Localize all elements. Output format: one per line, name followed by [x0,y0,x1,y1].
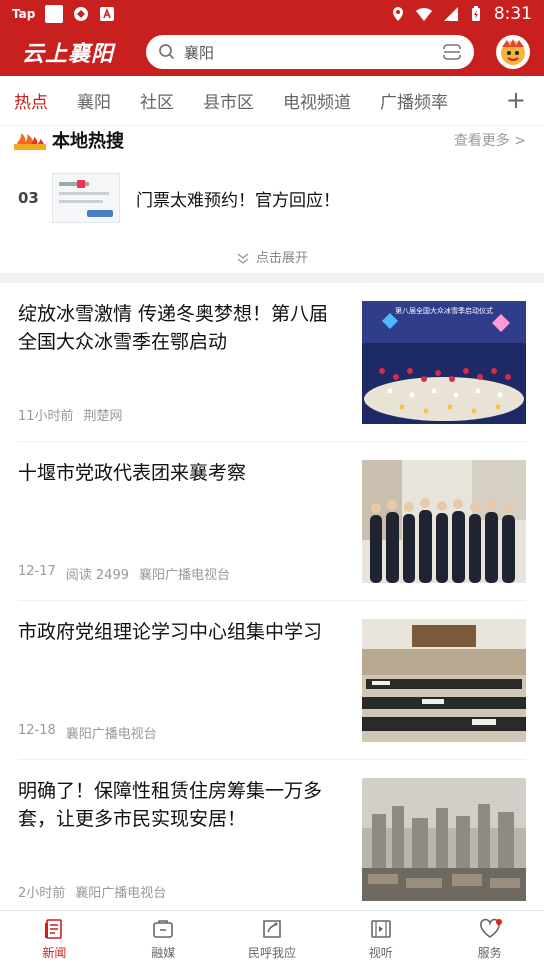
app-logo: 云上襄阳 [22,42,115,67]
news-item[interactable]: 十堰市党政代表团来襄考察 12-17 阅读 2499 襄阳广播电视台 [18,442,526,601]
media-icon [153,919,173,938]
news-time: 12-18 [18,723,56,738]
channel-tabs: 热点 襄阳 社区 县市区 电视频道 广播频率 + [0,76,544,126]
news-thumbnail [362,619,526,742]
status-bar: Tap 8:31 [0,0,544,28]
feedback-icon [263,919,281,938]
news-source: 襄阳广播电视台 [65,727,157,742]
news-title: 十堰市党政代表团来襄考察 [18,462,247,484]
tab-counties[interactable]: 县市区 [203,88,254,113]
notification-icon [45,5,64,23]
carrier-icon: Tap [12,7,36,21]
news-item[interactable]: 明确了！保障性租赁住房筹集一万多套，让更多市民实现安居！ 2小时前 襄阳广播电视… [18,760,526,919]
expand-button[interactable]: 点击展开 [0,247,544,266]
search-text: 襄阳 [184,43,215,62]
nav-service-label: 服务 [477,945,502,960]
add-channel-icon[interactable]: + [506,88,526,112]
news-item[interactable]: 市政府党组理论学习中心组集中学习 12-18 襄阳广播电视台 [18,601,526,760]
hot-item-title: 门票太难预约！官方回应！ [136,190,340,211]
hot-search-title: 本地热搜 [52,131,124,152]
news-source: 襄阳广播电视台 [139,568,231,583]
wifi-icon [415,7,432,21]
mascot-avatar-icon [501,39,525,65]
video-icon [370,919,391,938]
chevron-down-icon [237,252,249,264]
news-meta: 12-18 襄阳广播电视台 [18,723,157,742]
expand-label: 点击展开 [255,251,308,266]
news-thumbnail [362,460,526,583]
news-meta: 12-17 阅读 2499 襄阳广播电视台 [18,564,230,583]
tab-xiangyang[interactable]: 襄阳 [77,88,111,113]
tabs-fade [486,86,500,114]
tab-community[interactable]: 社区 [140,88,174,113]
app-header: 云上襄阳 襄阳 [0,28,544,76]
news-thumbnail: 第八届全国大众冰雪季启动仪式 [362,301,526,424]
nav-news[interactable]: 新闻 [0,911,109,966]
nav-video-label: 视听 [368,945,393,960]
app-a-icon [100,7,115,21]
nav-feedback-label: 民呼我应 [247,945,296,960]
section-divider [0,273,544,283]
search-icon [159,44,175,60]
news-item[interactable]: 绽放冰雪激情 传递冬奥梦想！第八届全国大众冰雪季在鄂启动 11小时前 荆楚网 第… [18,283,526,442]
news-time: 11小时前 [18,409,74,424]
news-time: 2小时前 [18,886,66,901]
hot-search-section: 本地热搜 查看更多 > 03 门票太难预约！官方回应！ 点击展开 [0,127,544,273]
avatar[interactable] [496,35,530,69]
clock: 8:31 [493,4,532,24]
news-title: 明确了！保障性租赁住房筹集一万多套，让更多市民实现安居！ [18,780,323,830]
news-meta: 11小时前 荆楚网 [18,405,123,424]
battery-icon [471,6,480,21]
fire-icon [14,133,46,150]
nav-video[interactable]: 视听 [326,911,435,966]
news-icon [45,918,63,939]
news-views: 阅读 2499 [65,568,129,583]
nav-media-label: 融媒 [151,945,176,960]
news-title: 市政府党组理论学习中心组集中学习 [18,621,323,643]
sync-icon [74,7,89,21]
hot-search-item[interactable]: 03 门票太难预约！官方回应！ [18,171,526,225]
hot-item-thumbnail [52,173,120,223]
tab-tv-channel[interactable]: 电视频道 [283,88,351,113]
tab-radio[interactable]: 广播频率 [380,88,448,113]
nav-news-label: 新闻 [42,945,67,960]
bottom-navigation: 新闻 融媒 民呼我应 视听 服务 [0,910,544,966]
news-thumbnail [362,778,526,901]
hot-rank: 03 [18,189,39,207]
scan-icon[interactable] [442,42,462,62]
news-source: 襄阳广播电视台 [75,886,167,901]
nav-feedback[interactable]: 民呼我应 [218,911,327,966]
news-time: 12-17 [18,564,56,579]
nav-service[interactable]: 服务 [435,911,544,966]
search-bar[interactable]: 襄阳 [146,35,474,69]
news-meta: 2小时前 襄阳广播电视台 [18,882,166,901]
hot-search-more-link[interactable]: 查看更多 > [454,130,526,150]
nav-media[interactable]: 融媒 [109,911,218,966]
tab-hot[interactable]: 热点 [14,88,48,113]
news-source: 荆楚网 [83,409,123,424]
news-title: 绽放冰雪激情 传递冬奥梦想！第八届全国大众冰雪季在鄂启动 [18,303,329,353]
thumb-caption: 第八届全国大众冰雪季启动仪式 [395,306,493,315]
signal-icon [443,7,458,21]
location-icon [392,7,403,21]
